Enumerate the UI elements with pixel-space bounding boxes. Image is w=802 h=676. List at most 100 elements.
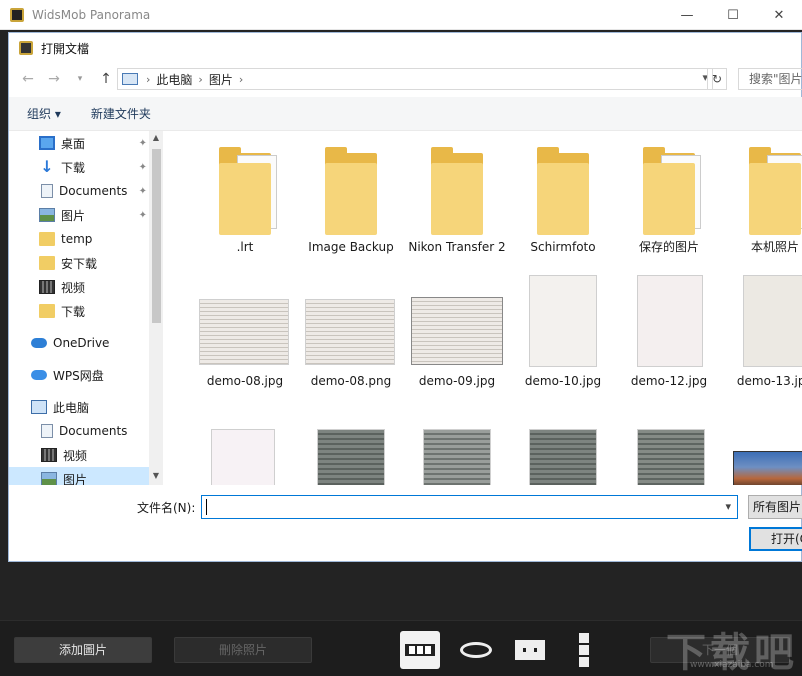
view-360-button[interactable] <box>456 631 496 669</box>
folder-name: .lrt <box>236 240 254 254</box>
up-button[interactable]: ↑ <box>93 66 119 92</box>
image-thumbnail[interactable] <box>733 451 802 485</box>
scroll-up-icon[interactable]: ▲ <box>151 133 161 142</box>
view-strip-button[interactable] <box>400 631 440 669</box>
scrollbar-thumb[interactable] <box>152 149 161 323</box>
folder-item[interactable]: Schirmfoto <box>511 137 615 255</box>
folder-item[interactable]: 本机照片 <box>723 137 802 255</box>
folder-name: 保存的图片 <box>638 240 699 254</box>
nav-item-pc-documents[interactable]: Documents <box>9 419 149 443</box>
image-name: demo-13.jpg <box>736 374 802 388</box>
video-icon <box>41 448 57 462</box>
folder-item[interactable]: .lrt <box>193 137 297 255</box>
nav-item-wps-cloud[interactable]: WPS网盘 <box>9 363 149 387</box>
add-image-button[interactable]: 添加圖片 <box>14 637 152 663</box>
nav-item-desktop[interactable]: 桌面 ✦ <box>9 131 149 155</box>
nav-item-anxiazai[interactable]: 安下载 <box>9 251 149 275</box>
dialog-titlebar: 打開文檔 <box>9 33 801 63</box>
nav-item-label: 视频 <box>63 448 88 463</box>
image-thumbnail <box>723 273 802 369</box>
image-thumbnail[interactable] <box>317 429 385 485</box>
image-thumbnail[interactable] <box>637 429 705 485</box>
nav-item-label: 图片 <box>63 472 88 486</box>
image-thumbnail[interactable] <box>423 429 491 485</box>
forward-button[interactable]: → <box>41 66 67 92</box>
nav-item-download-folder[interactable]: 下载 <box>9 299 149 323</box>
image-thumbnail <box>617 273 721 369</box>
breadcrumb-separator: › <box>146 72 151 86</box>
breadcrumb-pictures[interactable]: 图片 <box>209 71 233 88</box>
image-item[interactable]: demo-10.jpg <box>511 273 615 389</box>
recent-locations-chevron-icon[interactable]: ▾ <box>67 66 93 92</box>
text-caret <box>206 499 207 515</box>
folder-name: Image Backup <box>308 240 394 254</box>
file-type-select[interactable]: 所有图片( <box>748 495 802 519</box>
open-button[interactable]: 打开(O) <box>749 527 802 551</box>
grid-icon <box>515 640 545 660</box>
document-icon <box>41 424 53 438</box>
image-thumbnail[interactable] <box>211 429 275 485</box>
filename-input[interactable]: ▾ <box>201 495 738 519</box>
pin-icon: ✦ <box>138 137 147 149</box>
image-name: demo-12.jpg <box>630 374 708 388</box>
folder-item[interactable]: 保存的图片 <box>617 137 721 255</box>
image-item[interactable]: demo-12.jpg <box>617 273 721 389</box>
address-bar[interactable]: › 此电脑 › 图片 › ▾ <box>117 68 713 90</box>
minimize-button[interactable]: — <box>664 0 710 30</box>
nav-item-pictures[interactable]: 图片 ✦ <box>9 203 149 227</box>
nav-item-pc-videos[interactable]: 视频 <box>9 443 149 467</box>
scroll-down-icon[interactable]: ▼ <box>151 471 161 480</box>
open-file-dialog: 打開文檔 ← → ▾ ↑ › 此电脑 › 图片 › ▾ ↻ 搜索"图片" 组织 … <box>8 32 802 562</box>
view-grid-button[interactable] <box>510 631 550 669</box>
desktop-icon <box>39 136 55 150</box>
nav-item-onedrive[interactable]: OneDrive <box>9 331 149 355</box>
image-item[interactable]: demo-09.jpg <box>405 273 509 389</box>
document-icon <box>41 184 53 198</box>
folder-icon <box>617 137 721 235</box>
image-item[interactable]: demo-08.jpg <box>193 273 297 389</box>
nav-item-label: 视频 <box>61 280 86 295</box>
image-name: demo-08.jpg <box>206 374 284 388</box>
view-vertical-button[interactable] <box>572 631 596 669</box>
window-controls: — ☐ ✕ <box>664 0 802 30</box>
folder-item[interactable]: Image Backup <box>299 137 403 255</box>
nav-item-pc-pictures[interactable]: 图片 <box>9 467 149 485</box>
nav-item-label: Documents <box>59 184 128 198</box>
close-button[interactable]: ✕ <box>756 0 802 30</box>
nav-item-label: OneDrive <box>53 336 110 350</box>
folder-icon <box>511 137 615 235</box>
watermark-url: www.xiazaiba.com <box>690 660 774 670</box>
film-strip-icon <box>405 644 435 656</box>
search-input[interactable]: 搜索"图片" <box>738 68 802 90</box>
folder-icon <box>39 232 55 246</box>
address-row: ← → ▾ ↑ › 此电脑 › 图片 › ▾ ↻ 搜索"图片" <box>9 63 802 95</box>
dialog-title: 打開文檔 <box>41 41 90 56</box>
new-folder-button[interactable]: 新建文件夹 <box>91 105 151 122</box>
folder-icon <box>39 256 55 270</box>
filename-dropdown-icon[interactable]: ▾ <box>725 500 731 513</box>
breadcrumb-this-pc[interactable]: 此电脑 <box>156 71 192 88</box>
folder-name: 本机照片 <box>750 240 799 254</box>
navigation-scrollbar[interactable]: ▲ ▼ <box>149 131 163 485</box>
video-icon <box>39 280 55 294</box>
dialog-toolbar: 组织 ▾ 新建文件夹 <box>9 97 802 131</box>
image-thumbnail <box>299 273 403 369</box>
nav-item-label: 桌面 <box>61 136 86 151</box>
nav-item-this-pc[interactable]: 此电脑 <box>9 395 149 419</box>
nav-item-temp[interactable]: temp <box>9 227 149 251</box>
maximize-button[interactable]: ☐ <box>710 0 756 30</box>
pin-icon: ✦ <box>138 161 147 173</box>
back-button[interactable]: ← <box>15 66 41 92</box>
download-icon: ↓ <box>40 157 54 176</box>
image-item[interactable]: demo-13.jpg <box>723 273 802 389</box>
nav-item-documents[interactable]: Documents ✦ <box>9 179 149 203</box>
nav-item-label: temp <box>61 232 93 246</box>
organize-button[interactable]: 组织 ▾ <box>27 105 61 122</box>
delete-photo-button[interactable]: 刪除照片 <box>174 637 312 663</box>
refresh-button[interactable]: ↻ <box>707 68 727 90</box>
image-item[interactable]: demo-08.png <box>299 273 403 389</box>
nav-item-downloads[interactable]: ↓ 下载 ✦ <box>9 155 149 179</box>
folder-item[interactable]: Nikon Transfer 2 <box>405 137 509 255</box>
image-thumbnail[interactable] <box>529 429 597 485</box>
nav-item-videos[interactable]: 视频 <box>9 275 149 299</box>
